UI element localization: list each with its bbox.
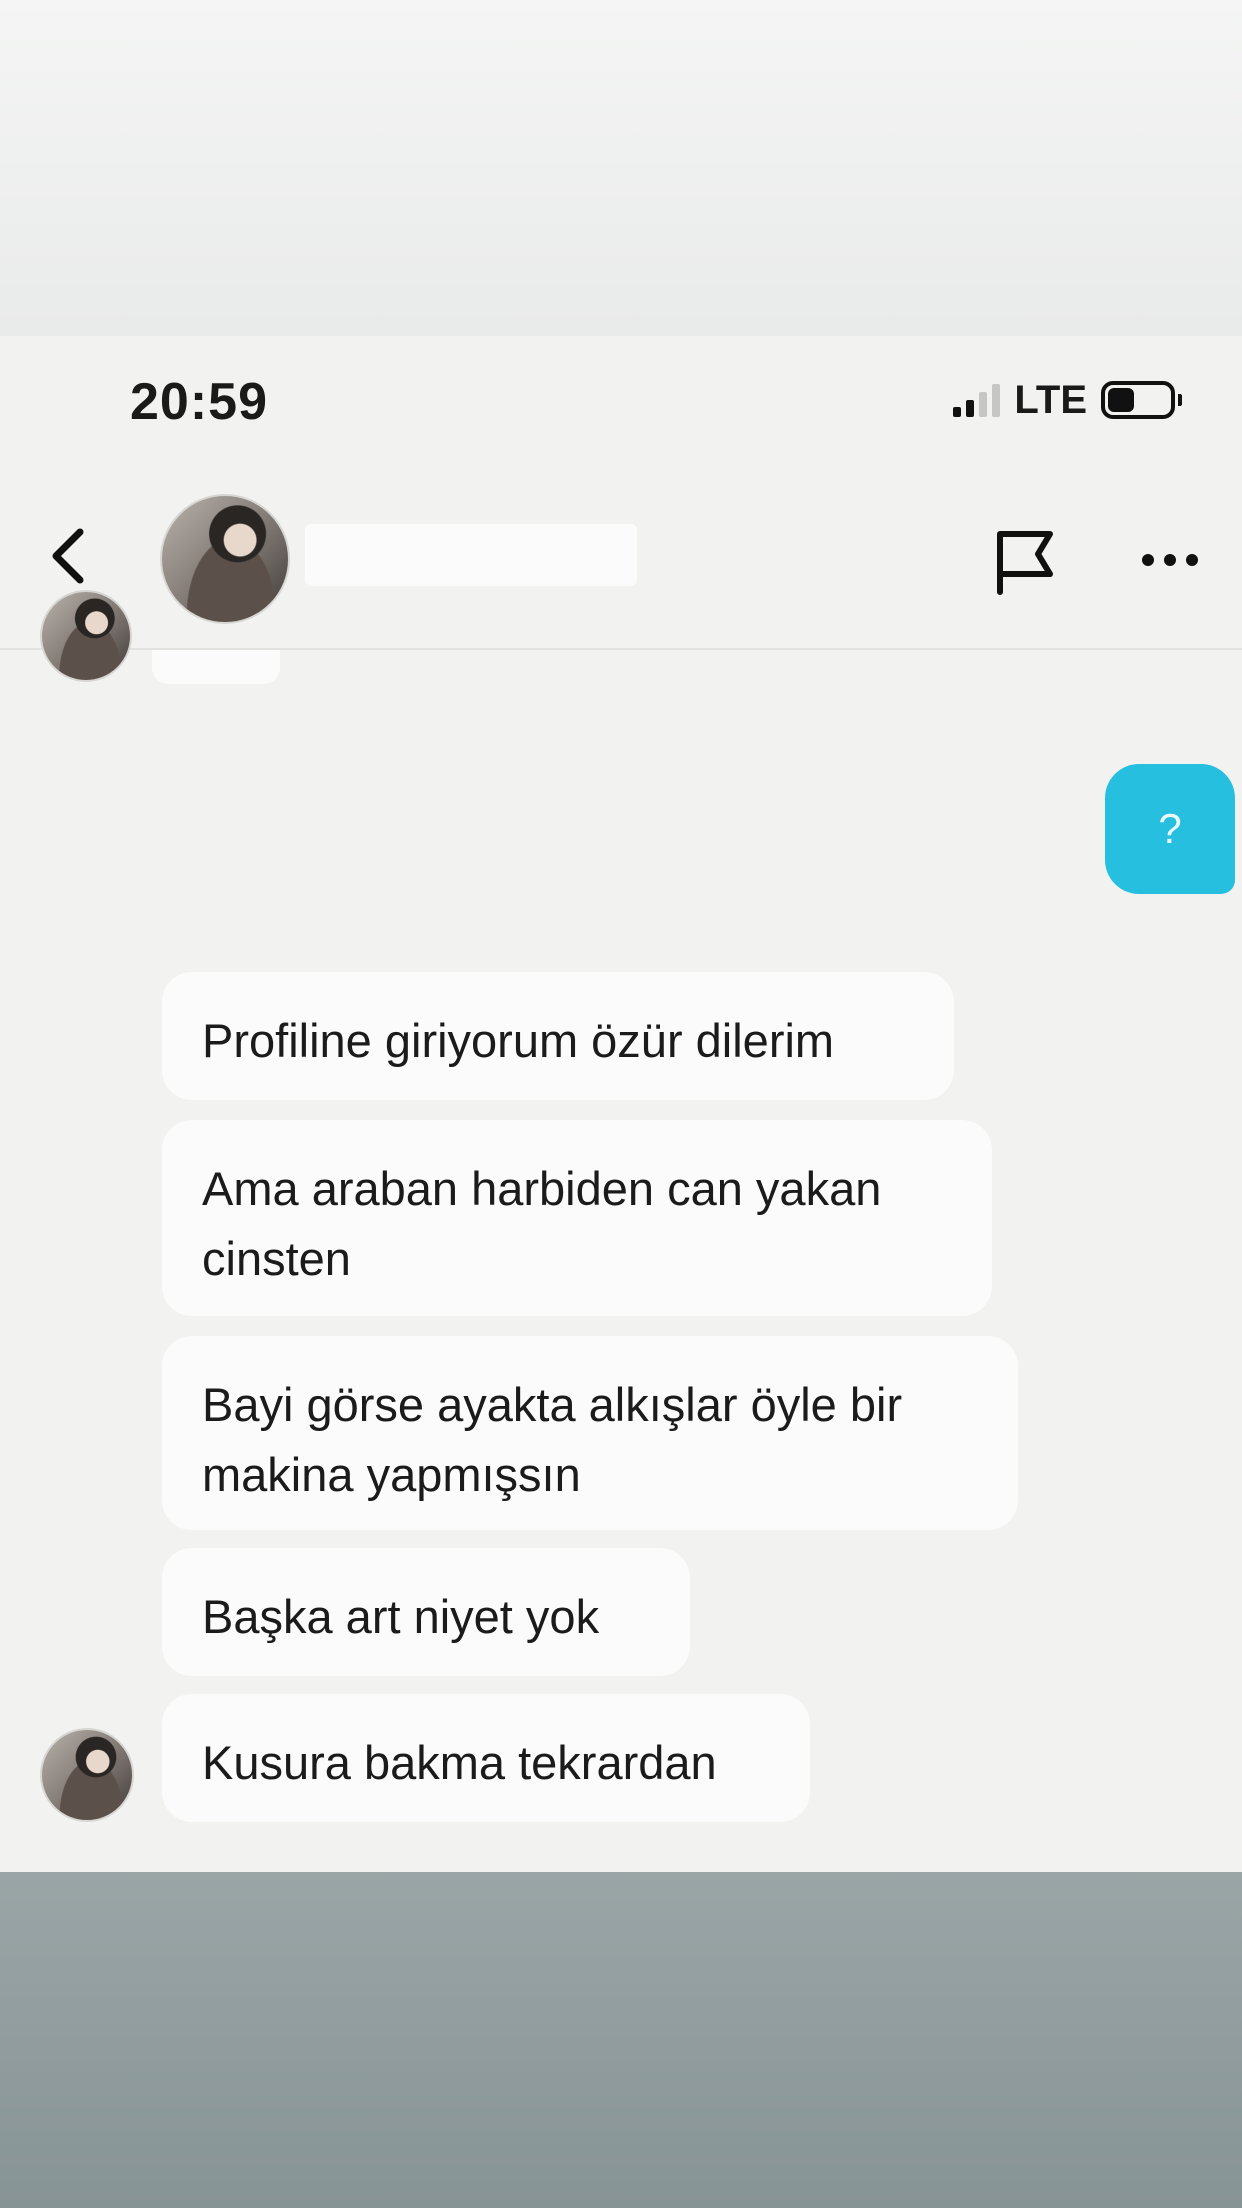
status-indicators: LTE bbox=[953, 376, 1182, 424]
contact-name-redacted bbox=[305, 524, 637, 586]
cellular-signal-icon bbox=[953, 383, 1001, 417]
incoming-message-bubble[interactable]: Başka art niyet yok bbox=[162, 1548, 690, 1676]
message-text: makina yapmışsın bbox=[202, 1448, 581, 1501]
message-text: Bayi görse ayakta alkışlar öyle bir bbox=[202, 1378, 903, 1431]
more-options-button[interactable] bbox=[1136, 536, 1206, 584]
sender-avatar-partial bbox=[40, 590, 132, 682]
incoming-message-bubble[interactable]: Bayi görse ayakta alkışlar öyle bir maki… bbox=[162, 1336, 1018, 1530]
report-button[interactable] bbox=[992, 524, 1066, 598]
battery-icon bbox=[1101, 381, 1182, 419]
incoming-message-bubble[interactable]: Profiline giriyorum özür dilerim bbox=[162, 972, 954, 1100]
message-text: Başka art niyet yok bbox=[202, 1590, 600, 1643]
sender-avatar[interactable] bbox=[40, 1728, 134, 1822]
top-background-band bbox=[0, 0, 1242, 336]
message-text: Ama araban harbiden can yakan bbox=[202, 1162, 882, 1215]
more-horizontal-icon bbox=[1142, 554, 1198, 566]
message-text: Kusura bakma tekrardan bbox=[202, 1736, 717, 1789]
contact-avatar[interactable] bbox=[160, 494, 290, 624]
back-button[interactable] bbox=[40, 524, 100, 588]
flag-icon bbox=[997, 531, 1053, 595]
message-text: ? bbox=[1158, 805, 1182, 852]
network-type-label: LTE bbox=[1014, 377, 1087, 422]
incoming-message-bubble[interactable]: Ama araban harbiden can yakan cinsten bbox=[162, 1120, 992, 1316]
chevron-left-icon bbox=[52, 528, 84, 584]
partial-message-bubble bbox=[152, 650, 280, 684]
incoming-message-bubble[interactable]: Kusura bakma tekrardan bbox=[162, 1694, 810, 1822]
message-text: Profiline giriyorum özür dilerim bbox=[202, 1014, 835, 1067]
bottom-background-band bbox=[0, 1872, 1242, 2208]
message-text: cinsten bbox=[202, 1232, 351, 1285]
outgoing-message-bubble[interactable]: ? bbox=[1105, 764, 1235, 894]
status-time: 20:59 bbox=[130, 373, 268, 431]
